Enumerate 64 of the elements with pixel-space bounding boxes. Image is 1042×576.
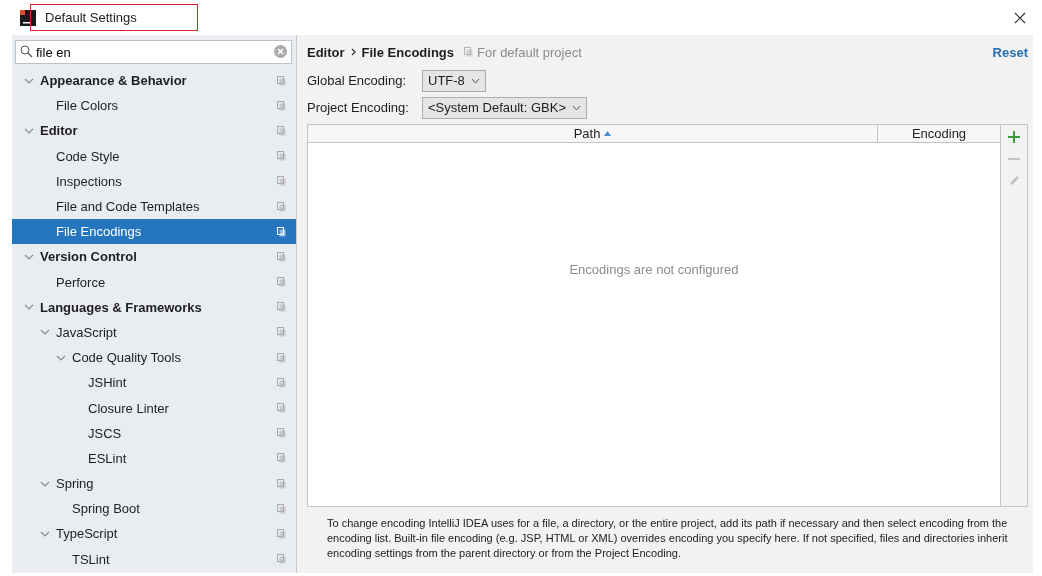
column-header[interactable]: Path [308, 125, 877, 142]
chevron-icon [470, 77, 480, 84]
search-icon [20, 45, 33, 58]
tree-item[interactable]: ESLint [12, 445, 296, 471]
page-icon [464, 47, 474, 57]
page-icon [277, 503, 286, 514]
tree-item[interactable]: JSHint [12, 370, 296, 396]
empty-message: Encodings are not configured [569, 262, 739, 277]
breadcrumb-item: File Encodings [361, 44, 455, 60]
page-icon [277, 377, 286, 388]
page-icon [277, 327, 286, 338]
page-icon [277, 352, 286, 363]
breadcrumb-item: Editor [307, 44, 345, 60]
tree-item[interactable]: Spring [12, 471, 296, 497]
tree-item[interactable]: TSLint [12, 546, 296, 572]
page-icon [277, 478, 286, 489]
field-label: Global Encoding: [307, 73, 407, 88]
search-field[interactable]: file en [15, 40, 292, 64]
page-icon [277, 528, 286, 539]
column-header[interactable]: Encoding [877, 125, 1000, 142]
tree-item[interactable]: JSCS [12, 420, 296, 446]
minus-icon [1007, 157, 1021, 161]
encoding-dropdown[interactable]: UTF-8 [422, 69, 486, 92]
tree-item[interactable]: File Colors [12, 93, 296, 119]
field-label: Project Encoding: [307, 100, 410, 115]
encoding-dropdown[interactable]: <System Default: GBK> [422, 96, 587, 119]
tree-item[interactable]: TypeScript [12, 521, 296, 547]
reset-link[interactable]: Reset [992, 44, 1028, 60]
tree-item[interactable]: File and Code Templates [12, 193, 296, 220]
page-icon [277, 554, 286, 565]
pencil-icon [1008, 175, 1020, 187]
page-icon [277, 403, 286, 414]
tree-item[interactable]: Code Quality Tools [12, 345, 296, 371]
plus-icon [1007, 130, 1021, 144]
page-icon [277, 201, 286, 212]
tree-item[interactable]: Editor [12, 118, 296, 144]
tree-item[interactable]: Version Control [12, 244, 296, 270]
page-icon [277, 302, 286, 313]
page-icon [277, 226, 286, 237]
page-icon [277, 251, 286, 262]
tree-item[interactable]: Code Style [12, 143, 296, 169]
page-icon [277, 453, 286, 464]
close-icon [1014, 11, 1026, 24]
breadcrumb-separator-icon [350, 48, 356, 56]
help-text: To change encoding IntelliJ IDEA uses for a file, a directory, or the entire project, add its path if necessary and then select encoding from the encoding list. Built-in file encoding (e.g. JSP, HTML or XML) overrides encoding you specify here. If not specified, files and directories inherit encoding settings from the parent directory or from the Project Encoding. [327, 516, 1009, 561]
page-icon [277, 176, 286, 187]
tree-item[interactable]: Inspections [12, 168, 296, 194]
tree-item[interactable]: Closure Linter [12, 395, 296, 421]
page-icon [277, 125, 286, 136]
clear-icon[interactable] [274, 45, 287, 58]
tree-item[interactable]: File Encodings [12, 219, 296, 245]
tree-item[interactable]: JavaScript [12, 319, 296, 346]
tree-item[interactable]: Languages & Frameworks [12, 294, 296, 320]
page-icon [277, 277, 286, 288]
scope-label: For default project [477, 44, 582, 60]
tree-item[interactable]: Spring Boot [12, 496, 296, 522]
window-title: Default Settings [30, 4, 198, 31]
page-icon [277, 75, 286, 86]
page-icon [277, 100, 286, 111]
tree-item[interactable]: Perforce [12, 269, 296, 295]
page-icon [277, 428, 286, 439]
chevron-icon [572, 104, 581, 111]
page-icon [277, 151, 286, 162]
tree-item[interactable]: Appearance & Behavior [12, 68, 296, 94]
